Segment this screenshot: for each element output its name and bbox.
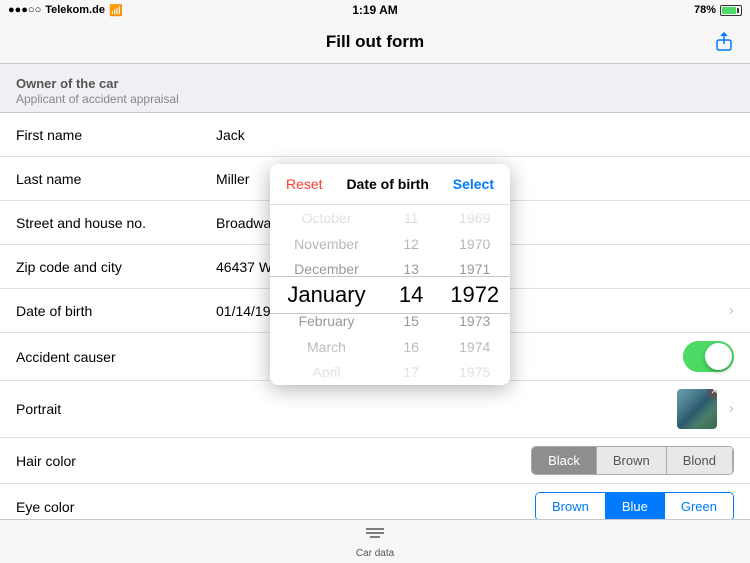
last-name-label: Last name — [16, 171, 216, 187]
picker-month-november: November — [270, 231, 383, 257]
wifi-icon: 📶 — [109, 4, 123, 17]
status-bar: ●●●○○ Telekom.de 📶 1:19 AM 78% — [0, 0, 750, 20]
owner-section-title: Owner of the car — [16, 76, 734, 91]
picker-year-1969: 1969 — [439, 205, 510, 231]
picker-body: October November December January Februa… — [270, 205, 510, 385]
hair-color-segmented: Black Brown Blond — [531, 446, 734, 475]
picker-year-1970: 1970 — [439, 231, 510, 257]
portrait-label: Portrait — [16, 401, 216, 417]
car-data-icon — [364, 525, 386, 546]
picker-month-october: October — [270, 205, 383, 231]
owner-section-subtitle: Applicant of accident appraisal — [16, 92, 734, 106]
nav-title: Fill out form — [326, 32, 424, 52]
eye-color-green-btn[interactable]: Green — [665, 493, 733, 519]
status-right: 78% — [694, 4, 742, 16]
tab-bar: Car data — [0, 519, 750, 563]
portrait-row[interactable]: Portrait ✕ › — [0, 381, 750, 438]
portrait-thumbnail: ✕ — [677, 389, 717, 429]
first-name-value: Jack — [216, 127, 734, 143]
picker-month-december: December — [270, 256, 383, 282]
accident-causer-label: Accident causer — [16, 349, 216, 365]
picker-select-button[interactable]: Select — [453, 176, 494, 192]
picker-year-col[interactable]: 1969 1970 1971 1972 1973 1974 1975 — [439, 205, 510, 385]
picker-year-1973: 1973 — [439, 308, 510, 334]
battery-icon — [720, 5, 742, 16]
date-picker: Reset Date of birth Select October Novem… — [270, 164, 510, 385]
portrait-chevron: › — [729, 400, 734, 418]
picker-reset-button[interactable]: Reset — [286, 176, 323, 192]
picker-month-january: January — [270, 282, 383, 308]
picker-day-12: 12 — [383, 231, 439, 257]
first-name-row: First name Jack — [0, 113, 750, 157]
picker-day-15: 15 — [383, 308, 439, 334]
owner-section-header: Owner of the car Applicant of accident a… — [0, 64, 750, 112]
picker-month-march: March — [270, 334, 383, 360]
picker-year-1975: 1975 — [439, 359, 510, 385]
dob-label: Date of birth — [16, 303, 216, 319]
hair-color-row: Hair color Black Brown Blond — [0, 438, 750, 484]
picker-year-1972: 1972 — [439, 282, 510, 308]
zip-label: Zip code and city — [16, 259, 216, 275]
first-name-label: First name — [16, 127, 216, 143]
picker-header: Reset Date of birth Select — [270, 164, 510, 205]
picker-day-16: 16 — [383, 334, 439, 360]
picker-day-17: 17 — [383, 359, 439, 385]
street-label: Street and house no. — [16, 215, 216, 231]
eye-color-label: Eye color — [16, 499, 216, 515]
carrier: Telekom.de — [45, 4, 105, 16]
status-left: ●●●○○ Telekom.de 📶 — [8, 4, 123, 17]
picker-title: Date of birth — [346, 176, 428, 192]
picker-day-14: 14 — [383, 282, 439, 308]
hair-color-black-btn[interactable]: Black — [532, 447, 597, 474]
hair-color-label: Hair color — [16, 453, 216, 469]
picker-year-1974: 1974 — [439, 334, 510, 360]
picker-day-13: 13 — [383, 256, 439, 282]
toggle-knob — [705, 343, 732, 370]
dob-chevron: › — [729, 302, 734, 320]
battery-percent: 78% — [694, 4, 716, 16]
picker-day-11: 11 — [383, 205, 439, 231]
picker-month-april: April — [270, 359, 383, 385]
tab-car-data[interactable]: Car data — [356, 525, 394, 559]
nav-bar: Fill out form — [0, 20, 750, 64]
eye-color-row: Eye color Brown Blue Green — [0, 484, 750, 519]
eye-color-blue-btn[interactable]: Blue — [606, 493, 665, 519]
hair-color-brown-btn[interactable]: Brown — [597, 447, 667, 474]
tab-car-data-label: Car data — [356, 548, 394, 559]
status-time: 1:19 AM — [352, 3, 398, 17]
hair-color-blond-btn[interactable]: Blond — [667, 447, 733, 474]
eye-color-segmented: Brown Blue Green — [535, 492, 734, 519]
picker-month-february: February — [270, 308, 383, 334]
signal-dots: ●●●○○ — [8, 4, 41, 16]
eye-color-brown-btn[interactable]: Brown — [536, 493, 606, 519]
picker-day-col[interactable]: 11 12 13 14 15 16 17 — [383, 205, 439, 385]
accident-causer-toggle[interactable] — [683, 341, 734, 372]
picker-month-col[interactable]: October November December January Februa… — [270, 205, 383, 385]
share-button[interactable] — [710, 28, 738, 56]
picker-year-1971: 1971 — [439, 256, 510, 282]
